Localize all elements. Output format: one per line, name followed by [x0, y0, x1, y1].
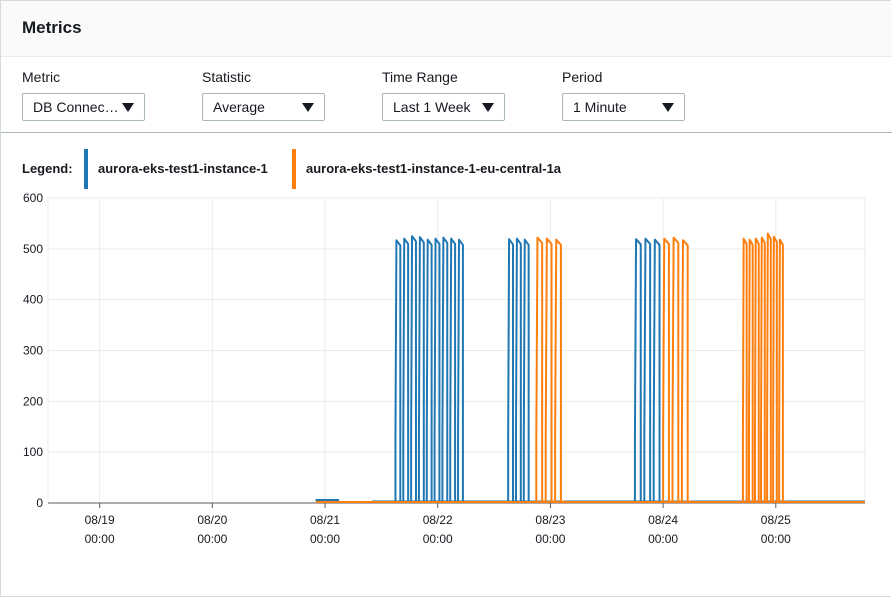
series-1-burst: [741, 232, 786, 503]
x-tick-date: 08/21: [310, 513, 340, 527]
x-tick-time: 00:00: [85, 532, 115, 546]
x-tick-date: 08/20: [197, 513, 227, 527]
series-0-burst: [633, 237, 664, 503]
series-0-burst: [394, 235, 466, 503]
x-tick-time: 00:00: [310, 532, 340, 546]
y-tick-label: 300: [23, 344, 43, 358]
x-tick-time: 00:00: [761, 532, 791, 546]
x-tick-date: 08/25: [761, 513, 791, 527]
y-tick-label: 0: [36, 496, 43, 510]
x-tick-date: 08/19: [85, 513, 115, 527]
x-tick-time: 00:00: [648, 532, 678, 546]
metrics-panel: Metrics Metric DB Connec… Statistic Aver…: [0, 0, 892, 597]
x-tick-time: 00:00: [423, 532, 453, 546]
y-tick-label: 100: [23, 445, 43, 459]
y-tick-label: 200: [23, 394, 43, 408]
y-tick-label: 600: [23, 191, 43, 205]
series-0-burst: [507, 237, 532, 503]
line-chart: 0 100 200 300 400 500 600 08/19 00:00 08/20 00:00 0…: [23, 191, 866, 546]
series-1-burst: [662, 236, 692, 503]
x-tick-date: 08/23: [535, 513, 565, 527]
x-tick-date: 08/22: [423, 513, 453, 527]
x-tick-time: 00:00: [535, 532, 565, 546]
y-tick-label: 400: [23, 293, 43, 307]
x-tick-date: 08/24: [648, 513, 678, 527]
x-tick-time: 00:00: [197, 532, 227, 546]
y-tick-label: 500: [23, 242, 43, 256]
